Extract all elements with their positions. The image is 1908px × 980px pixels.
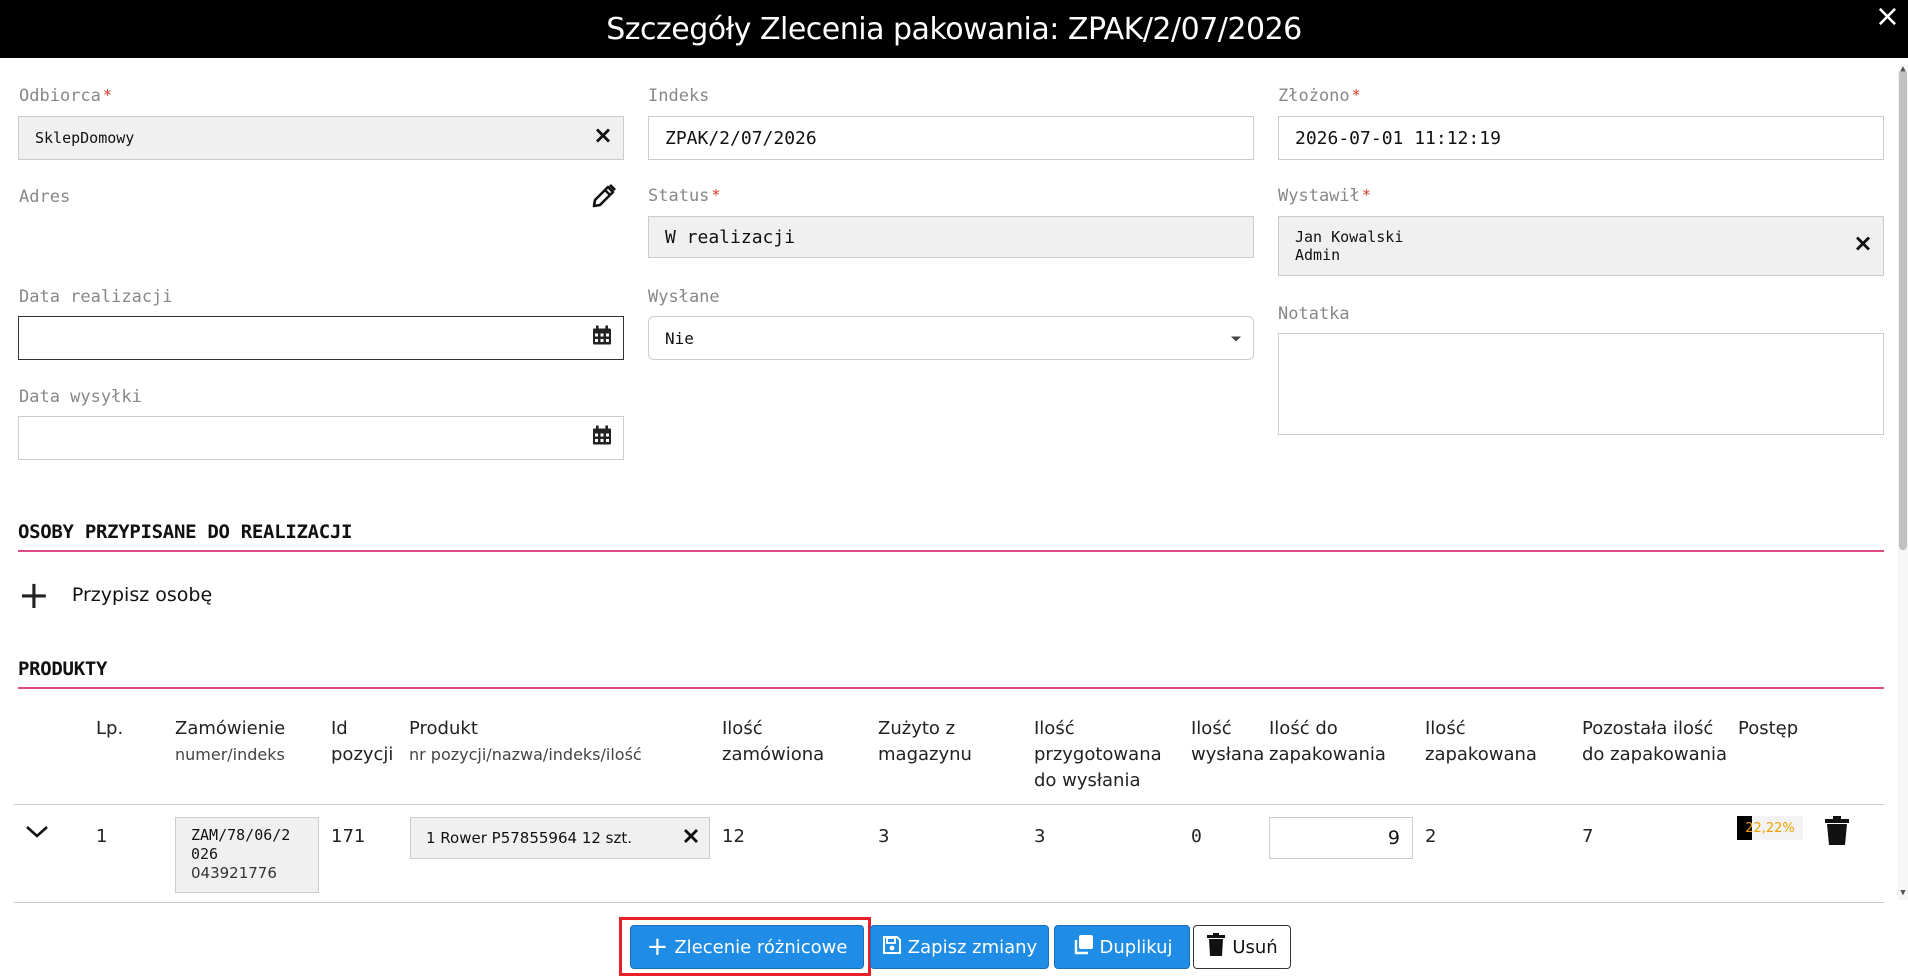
row-sent: 0: [1191, 826, 1202, 847]
section-divider: [18, 687, 1884, 689]
col-ordered: Ilość zamówiona: [722, 718, 825, 765]
data-wysylki-input[interactable]: [18, 416, 624, 460]
product-value: 1 Rower P57855964 12 szt.: [426, 829, 633, 847]
save-button[interactable]: Zapisz zmiany: [870, 925, 1049, 969]
wyslane-select[interactable]: Nie: [648, 316, 1254, 360]
indeks-label: Indeks: [648, 86, 710, 106]
progress-label: 22,22%: [1745, 820, 1795, 836]
scroll-down-icon[interactable]: ▼: [1899, 888, 1907, 898]
col-progress: Postęp: [1738, 718, 1799, 739]
difference-order-label: Zlecenie różnicowe: [674, 936, 848, 958]
row-position-id: 171: [331, 826, 366, 847]
zlozono-value: 2026-07-01 11:12:19: [1295, 127, 1501, 149]
data-realizacji-label: Data realizacji: [19, 287, 173, 307]
edit-address-icon[interactable]: [590, 182, 618, 214]
order-index: 043921776: [191, 864, 277, 882]
indeks-input[interactable]: ZPAK/2/07/2026: [648, 116, 1254, 160]
wystawil-field[interactable]: Jan Kowalski Admin: [1278, 216, 1884, 276]
odbiorca-field[interactable]: SklepDomowy: [18, 116, 624, 160]
wyslane-value: Nie: [665, 328, 694, 348]
save-icon: [882, 935, 902, 960]
zlozono-input[interactable]: 2026-07-01 11:12:19: [1278, 116, 1884, 160]
calendar-icon[interactable]: [591, 425, 613, 452]
col-packed: Ilość zapakowana: [1425, 718, 1537, 765]
scroll-up-icon[interactable]: ▲: [1899, 64, 1907, 74]
notatka-label: Notatka: [1278, 304, 1350, 324]
modal-title: Szczegóły Zlecenia pakowania: ZPAK/2/07/…: [606, 11, 1302, 47]
row-prepared: 3: [1034, 826, 1046, 847]
copy-icon: [1072, 934, 1094, 961]
data-wysylki-label: Data wysyłki: [19, 387, 142, 407]
clear-product-icon[interactable]: [681, 826, 701, 850]
odbiorca-label: Odbiorca *: [19, 86, 112, 106]
wystawil-name: Jan Kowalski: [1295, 228, 1404, 246]
calendar-icon[interactable]: [591, 325, 613, 352]
row-remaining: 7: [1582, 826, 1594, 847]
notatka-textarea[interactable]: [1278, 333, 1884, 435]
delete-button[interactable]: Usuń: [1193, 925, 1291, 969]
section-divider: [18, 550, 1884, 552]
status-field: W realizacji: [648, 216, 1254, 258]
col-lp: Lp.: [96, 718, 124, 739]
expand-row-icon[interactable]: [24, 824, 50, 844]
save-label: Zapisz zmiany: [907, 936, 1038, 958]
data-realizacji-input[interactable]: [18, 316, 624, 360]
plus-icon: +: [646, 932, 669, 962]
to-pack-value: 9: [1387, 827, 1400, 849]
col-sent: Ilość wysłana: [1191, 718, 1265, 765]
progress-bar: 22,22%: [1737, 816, 1803, 840]
wystawil-role: Admin: [1295, 246, 1341, 264]
products-section-title: PRODUKTY: [18, 658, 108, 680]
assigned-section-title: OSOBY PRZYPISANE DO REALIZACJI: [18, 521, 353, 543]
odbiorca-value: SklepDomowy: [35, 129, 135, 147]
row-used: 3: [878, 826, 890, 847]
duplicate-label: Duplikuj: [1099, 936, 1173, 958]
delete-row-icon[interactable]: [1824, 816, 1850, 850]
col-order: Zamówienie numer/indeks: [175, 718, 286, 764]
col-prepared: Ilość przygotowana do wysłania: [1034, 718, 1162, 791]
clear-odbiorca-icon[interactable]: [593, 126, 613, 151]
row-lp: 1: [96, 826, 108, 847]
col-to-pack: Ilość do zapakowania: [1269, 718, 1386, 765]
close-icon[interactable]: ×: [1875, 2, 1900, 32]
trash-icon: [1206, 932, 1226, 962]
wystawil-value: Jan Kowalski Admin: [1295, 228, 1403, 264]
table-row-divider: [14, 902, 1884, 903]
order-number-line1: ZAM/78/06/2: [191, 826, 291, 844]
status-label: Status *: [648, 186, 721, 206]
adres-label: Adres: [19, 187, 71, 207]
product-field[interactable]: 1 Rower P57855964 12 szt.: [410, 817, 710, 859]
chevron-down-icon: [1229, 328, 1243, 349]
scrollbar-thumb[interactable]: [1899, 70, 1907, 550]
zlozono-label: Złożono *: [1278, 86, 1361, 106]
row-packed: 2: [1425, 826, 1437, 847]
delete-label: Usuń: [1232, 936, 1278, 958]
col-remaining: Pozostała ilość do zapakowania: [1582, 718, 1728, 765]
assign-person-button[interactable]: + Przypisz osobę: [18, 576, 212, 614]
modal-header: Szczegóły Zlecenia pakowania: ZPAK/2/07/…: [0, 0, 1908, 58]
wystawil-label: Wystawił *: [1278, 186, 1371, 206]
duplicate-button[interactable]: Duplikuj: [1054, 925, 1190, 969]
status-value: W realizacji: [665, 226, 796, 248]
col-product: Produkt nr pozycji/nazwa/indeks/ilość: [409, 718, 642, 764]
assign-person-label: Przypisz osobę: [71, 584, 213, 606]
row-ordered: 12: [722, 826, 745, 847]
indeks-value: ZPAK/2/07/2026: [665, 127, 817, 149]
col-used: Zużyto z magazynu: [878, 718, 972, 765]
difference-order-button[interactable]: + Zlecenie różnicowe: [630, 925, 864, 969]
to-pack-input[interactable]: 9: [1269, 817, 1413, 859]
table-header-divider: [14, 804, 1884, 805]
plus-icon: +: [18, 573, 50, 617]
wyslane-label: Wysłane: [648, 287, 720, 307]
clear-wystawil-icon[interactable]: [1853, 234, 1873, 259]
col-position-id: Id pozycji: [331, 718, 394, 765]
order-number-line2: 026: [191, 845, 219, 863]
order-cell[interactable]: ZAM/78/06/2 026 043921776: [175, 817, 319, 893]
